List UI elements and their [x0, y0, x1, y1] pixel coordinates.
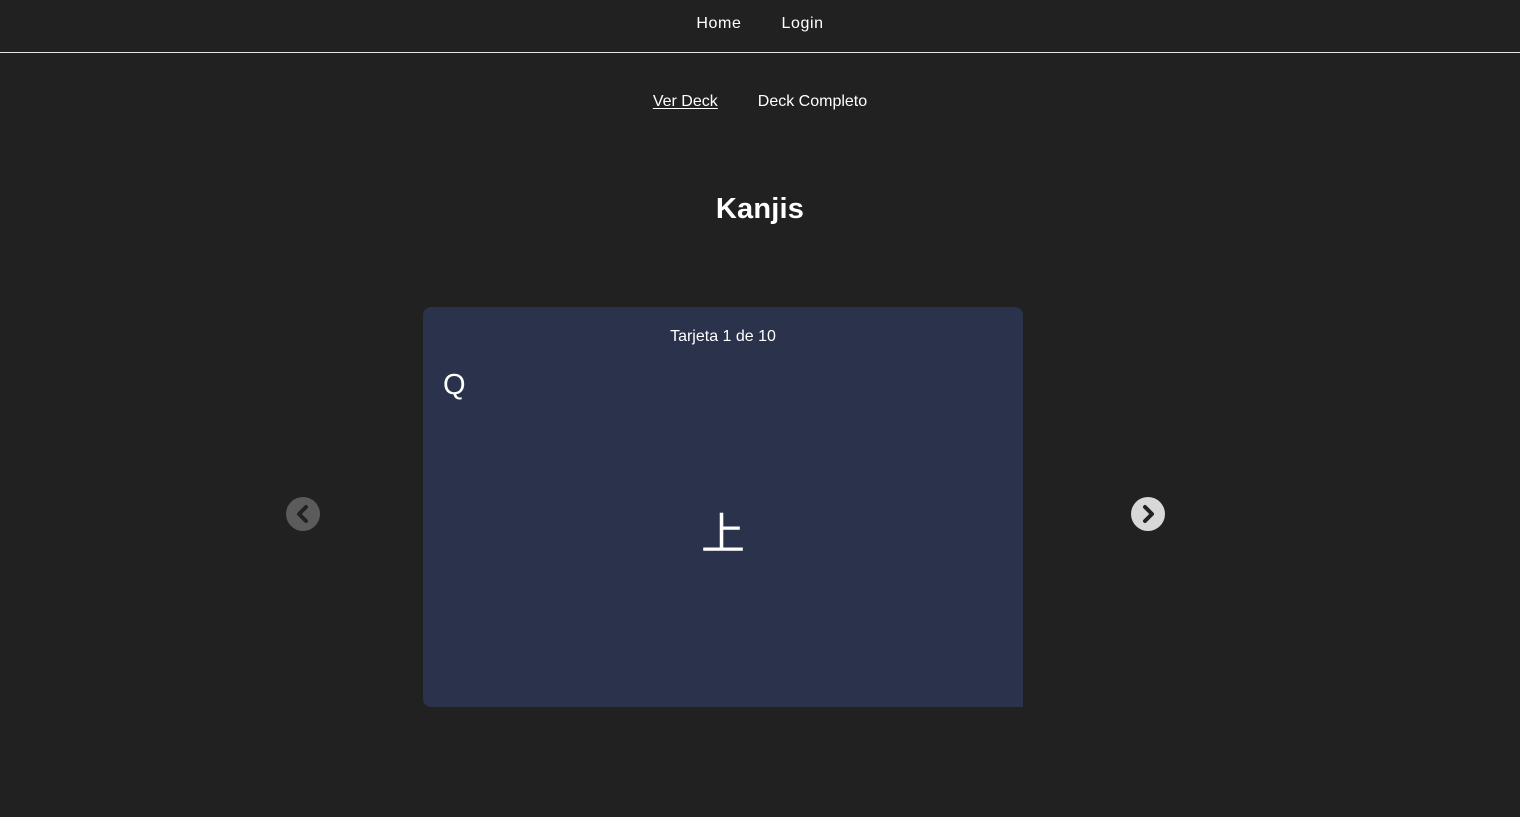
- previous-card-button[interactable]: [286, 497, 320, 531]
- top-navigation: Home Login: [0, 0, 1520, 53]
- page-title: Kanjis: [715, 193, 805, 225]
- deck-subnav: Ver Deck Deck Completo: [0, 93, 1520, 111]
- chevron-left-icon: [297, 505, 308, 523]
- card-counter: Tarjeta 1 de 10: [670, 328, 776, 345]
- deck-completo-link[interactable]: Deck Completo: [758, 93, 867, 111]
- ver-deck-link[interactable]: Ver Deck: [653, 93, 718, 111]
- nav-home-link[interactable]: Home: [696, 15, 741, 33]
- nav-login-link[interactable]: Login: [781, 15, 823, 33]
- flashcard[interactable]: Tarjeta 1 de 10 Q 上: [423, 307, 1023, 707]
- next-card-button[interactable]: [1131, 497, 1165, 531]
- card-kanji: 上: [701, 510, 745, 559]
- card-side-label: Q: [443, 369, 466, 401]
- chevron-right-icon: [1143, 505, 1154, 523]
